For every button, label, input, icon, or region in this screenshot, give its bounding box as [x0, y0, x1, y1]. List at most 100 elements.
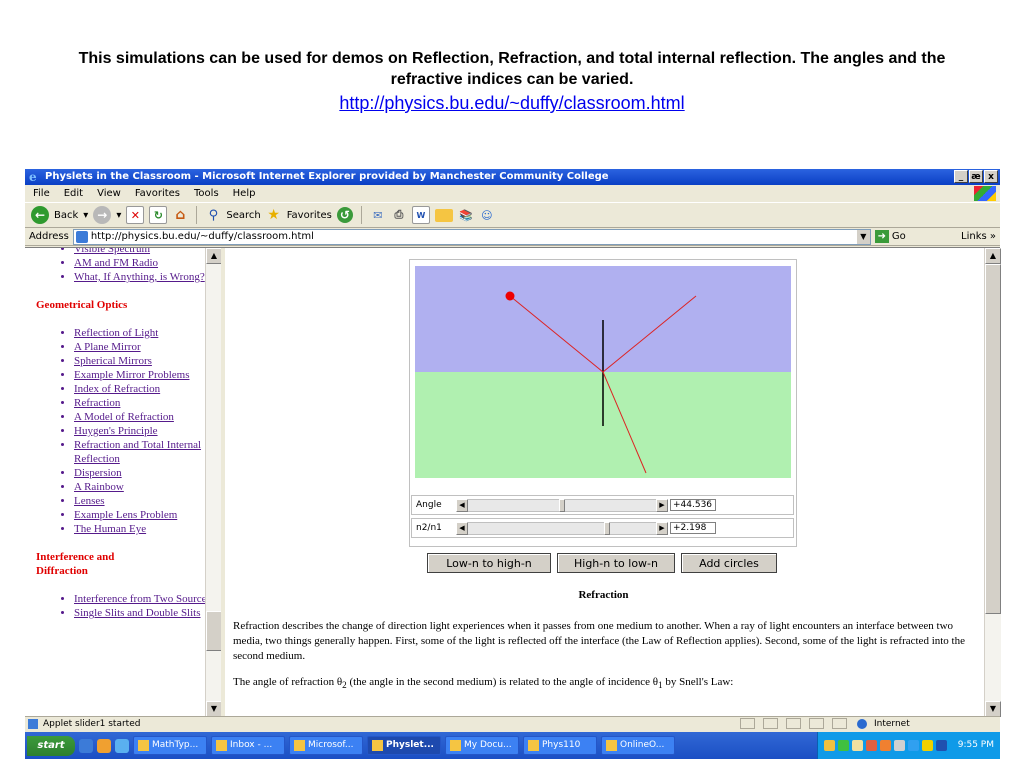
nav-link[interactable]: What, If Anything, is Wrong? [74, 270, 221, 284]
tray-icon[interactable] [935, 740, 947, 751]
search-icon[interactable]: ⚲ [205, 207, 221, 223]
search-label[interactable]: Search [226, 210, 260, 221]
ie-quicklaunch-icon[interactable] [79, 738, 93, 753]
print-icon[interactable]: ⎙ [391, 207, 407, 223]
forward-dropdown-icon[interactable]: ▾ [116, 210, 121, 221]
n-ratio-slider-knob[interactable] [604, 522, 610, 535]
outlook-quicklaunch-icon[interactable] [97, 738, 111, 753]
menu-edit[interactable]: Edit [64, 188, 83, 199]
folder-icon[interactable] [434, 208, 453, 222]
task-button[interactable]: Phys110 [523, 736, 597, 755]
favorites-label[interactable]: Favorites [287, 210, 332, 221]
menu-file[interactable]: File [33, 188, 50, 199]
nav-link[interactable]: Example Lens Problem [74, 508, 221, 522]
task-button[interactable]: Inbox - ... [211, 736, 285, 755]
refresh-icon[interactable]: ↻ [149, 206, 168, 224]
refraction-applet[interactable]: Angle ◀ ▶ +44.536 n2/n1 ◀ ▶ +2.198 [409, 259, 797, 547]
nav-link[interactable]: AM and FM Radio [74, 256, 221, 270]
nav-link[interactable]: Refraction and Total Internal Reflection [74, 438, 221, 466]
nav-link[interactable]: Reflection of Light [74, 326, 221, 340]
scroll-thumb[interactable] [206, 611, 222, 651]
left-frame-scrollbar[interactable]: ▲ ▼ [205, 248, 222, 717]
slider-left-arrow-icon[interactable]: ◀ [456, 499, 468, 512]
tray-icon[interactable] [851, 740, 863, 751]
nav-link[interactable]: Index of Refraction [74, 382, 221, 396]
menu-help[interactable]: Help [233, 188, 256, 199]
task-button[interactable]: Microsof... [289, 736, 363, 755]
close-button[interactable]: x [984, 170, 998, 183]
tray-icon[interactable] [823, 740, 835, 751]
scroll-up-arrow-icon[interactable]: ▲ [206, 248, 222, 264]
n-ratio-slider[interactable]: ◀ ▶ [456, 522, 668, 535]
light-source-handle[interactable] [505, 291, 515, 301]
clock[interactable]: 9:55 PM [958, 732, 994, 759]
links-button[interactable]: Links » [961, 231, 996, 242]
minimize-button[interactable]: _ [954, 170, 968, 183]
history-icon[interactable]: ↺ [336, 207, 353, 223]
nav-link[interactable]: A Model of Refraction [74, 410, 221, 424]
nav-link[interactable]: Refraction [74, 396, 221, 410]
task-button[interactable]: My Docu... [445, 736, 519, 755]
n-ratio-value-field[interactable]: +2.198 [670, 522, 716, 534]
angle-slider[interactable]: ◀ ▶ [456, 499, 668, 512]
desktop-quicklaunch-icon[interactable] [115, 738, 129, 753]
address-input[interactable]: http://physics.bu.edu/~duffy/classroom.h… [72, 228, 871, 245]
forward-arrow-icon[interactable]: → [93, 206, 112, 224]
tray-icon[interactable] [907, 740, 919, 751]
tray-icon[interactable] [865, 740, 877, 751]
address-url[interactable]: http://physics.bu.edu/~duffy/classroom.h… [91, 231, 314, 242]
right-frame-scrollbar[interactable]: ▲ ▼ [984, 248, 1001, 717]
slider-right-arrow-icon[interactable]: ▶ [656, 499, 668, 512]
address-dropdown-icon[interactable]: ▼ [856, 229, 870, 244]
research-icon[interactable]: 📚 [458, 207, 474, 223]
scroll-down-arrow-icon[interactable]: ▼ [206, 701, 222, 717]
mail-icon[interactable]: ✉ [370, 207, 386, 223]
task-button-active[interactable]: Physlet... [367, 736, 441, 755]
stop-icon[interactable]: ✕ [126, 206, 145, 224]
nav-link[interactable]: A Plane Mirror [74, 340, 221, 354]
tray-icon[interactable] [879, 740, 891, 751]
task-button[interactable]: MathTyp... [133, 736, 207, 755]
scroll-thumb[interactable] [985, 264, 1001, 614]
add-circles-button[interactable]: Add circles [681, 553, 777, 573]
menu-tools[interactable]: Tools [194, 188, 219, 199]
nav-link[interactable]: Spherical Mirrors [74, 354, 221, 368]
start-button[interactable]: start [27, 735, 75, 756]
nav-link[interactable]: Huygen's Principle [74, 424, 221, 438]
menu-favorites[interactable]: Favorites [135, 188, 180, 199]
back-label[interactable]: Back [54, 210, 78, 221]
angle-slider-knob[interactable] [559, 499, 565, 512]
angle-value-field[interactable]: +44.536 [670, 499, 716, 511]
home-icon[interactable]: ⌂ [172, 207, 188, 223]
scroll-down-arrow-icon[interactable]: ▼ [985, 701, 1001, 717]
favorites-star-icon[interactable]: ★ [266, 207, 282, 223]
edit-word-icon[interactable]: W [411, 206, 430, 224]
nav-link[interactable]: The Human Eye [74, 522, 221, 536]
slide-link[interactable]: http://physics.bu.edu/~duffy/classroom.h… [339, 91, 684, 115]
tray-icon[interactable] [893, 740, 905, 751]
tray-icon[interactable] [837, 740, 849, 751]
nav-link[interactable]: Interference from Two Sources [74, 592, 221, 606]
scroll-up-arrow-icon[interactable]: ▲ [985, 248, 1001, 264]
back-dropdown-icon[interactable]: ▾ [83, 210, 88, 221]
low-to-high-button[interactable]: Low-n to high-n [427, 553, 551, 573]
window-titlebar[interactable]: e Physlets in the Classroom - Microsoft … [25, 169, 1000, 185]
para2-part-c: by Snell's Law: [662, 676, 734, 688]
nav-link[interactable]: A Rainbow [74, 480, 221, 494]
nav-link[interactable]: Dispersion [74, 466, 221, 480]
restore-button[interactable]: æ [969, 170, 983, 183]
back-arrow-icon[interactable]: ← [31, 206, 49, 224]
nav-link[interactable]: Lenses [74, 494, 221, 508]
nav-link[interactable]: Example Mirror Problems [74, 368, 221, 382]
high-to-low-button[interactable]: High-n to low-n [557, 553, 675, 573]
slider-left-arrow-icon[interactable]: ◀ [456, 522, 468, 535]
task-button[interactable]: OnlineO... [601, 736, 675, 755]
go-button[interactable]: ➜ Go [874, 230, 906, 243]
slider-right-arrow-icon[interactable]: ▶ [656, 522, 668, 535]
tray-icon[interactable] [921, 740, 933, 751]
messenger-icon[interactable]: ☺ [479, 207, 495, 223]
nav-link[interactable]: Single Slits and Double Slits [74, 606, 221, 620]
nav-link[interactable]: Visible Spectrum [74, 248, 221, 256]
menu-view[interactable]: View [97, 188, 121, 199]
applet-canvas[interactable] [410, 260, 796, 496]
